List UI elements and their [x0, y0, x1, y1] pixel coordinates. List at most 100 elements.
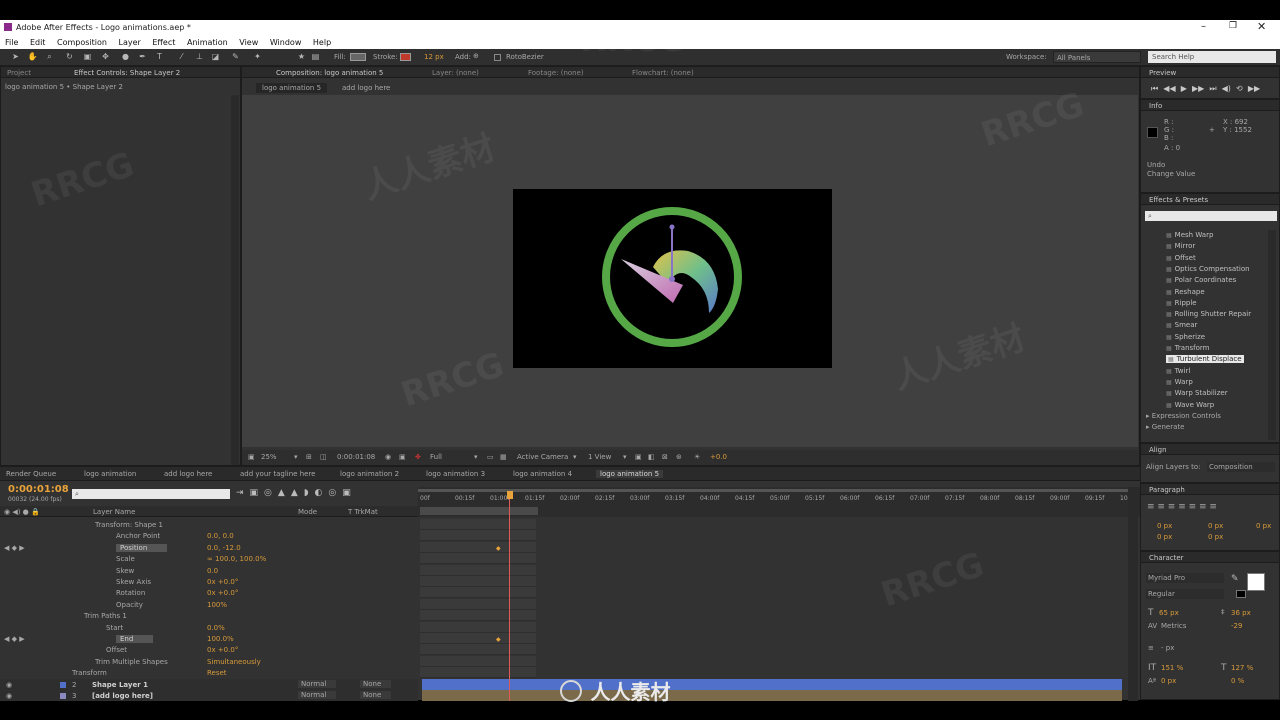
zoom-tool-icon[interactable]: ⌕ [44, 52, 55, 63]
timeline-tab[interactable]: logo animation 4 [513, 470, 572, 478]
exposure-value[interactable]: +0.0 [710, 453, 727, 461]
baseline-value[interactable]: 0 px [1161, 677, 1176, 685]
property-track[interactable] [420, 621, 536, 633]
property-track[interactable] [420, 587, 536, 599]
effect-controls-scrollbar[interactable] [231, 95, 239, 465]
col-mode[interactable]: Mode [298, 508, 317, 516]
property-track[interactable] [420, 655, 536, 667]
play-icon[interactable]: ▶ [1181, 84, 1187, 93]
vertical-scale-value[interactable]: 151 % [1161, 664, 1183, 672]
star-shape-icon[interactable]: ★ [296, 52, 307, 63]
ram-preview-icon[interactable]: ▶▶ [1248, 84, 1260, 93]
zoom-select[interactable]: 25% [261, 453, 277, 461]
playhead-line[interactable] [509, 499, 510, 701]
playhead-handle[interactable] [507, 491, 513, 499]
mask-view-icon[interactable]: ◫ [320, 453, 327, 461]
menu-composition[interactable]: Composition [57, 38, 107, 47]
keyframe-navigator[interactable]: ◀ ◆ ▶ [4, 544, 25, 552]
keyframe-navigator[interactable]: ◀ ◆ ▶ [4, 635, 25, 643]
property-value[interactable]: 0.0, 0.0 [207, 532, 234, 540]
fill-color-swatch[interactable] [1247, 573, 1265, 591]
next-frame-icon[interactable]: ▶▶ [1192, 84, 1204, 93]
property-row[interactable]: Opacity 100% [0, 599, 418, 610]
property-track[interactable] [420, 519, 536, 530]
property-value[interactable]: 100% [207, 601, 227, 609]
property-row[interactable]: Anchor Point 0.0, 0.0 [0, 530, 418, 541]
property-row[interactable]: Start 0.0% [0, 622, 418, 633]
property-value[interactable]: 100.0% [207, 635, 234, 643]
effect-item[interactable]: Reshape [1166, 288, 1205, 296]
last-frame-icon[interactable]: ⏭ [1209, 84, 1216, 93]
pan-behind-tool-icon[interactable]: ✥ [100, 52, 111, 63]
camera-tool-icon[interactable]: ▣ [82, 52, 93, 63]
visibility-icon[interactable]: ◉ [6, 681, 12, 689]
para-indent-right[interactable]: 0 px [1208, 522, 1223, 530]
effects-group-generate[interactable]: ▸ Generate [1146, 423, 1184, 431]
timeline-tab[interactable]: Render Queue [6, 470, 56, 478]
keyframe-icon[interactable]: ◆ [496, 636, 501, 643]
comp-subtab-logo-animation-5[interactable]: logo animation 5 [256, 83, 328, 93]
property-row[interactable]: Transform Reset [0, 667, 418, 678]
snapshot-icon[interactable]: ◉ [385, 453, 391, 461]
font-family-select[interactable]: Myriad Pro [1146, 573, 1224, 583]
menu-view[interactable]: View [239, 38, 258, 47]
effect-item[interactable]: Transform [1166, 344, 1210, 352]
show-channel-icon[interactable]: ▣ [399, 453, 406, 461]
effect-item[interactable]: Mesh Warp [1166, 231, 1214, 239]
comp-marker-bin-icon[interactable] [1128, 487, 1140, 517]
layer-row[interactable]: ◉ 2 Shape Layer 1 Normal None [0, 679, 418, 690]
timeline-timecode[interactable]: 0:00:01:08 [8, 484, 69, 495]
first-frame-icon[interactable]: ⏮ [1151, 84, 1158, 93]
timeline-tab[interactable]: logo animation 2 [340, 470, 399, 478]
roto-brush-tool-icon[interactable]: ✎ [230, 52, 241, 63]
align-to-select[interactable]: Composition [1207, 462, 1275, 472]
zoom-dropdown-icon[interactable]: ▾ [294, 453, 298, 461]
tracking-value[interactable]: -29 [1231, 622, 1242, 630]
timeline-tab[interactable]: logo animation 5 [596, 470, 664, 478]
tab-flowchart[interactable]: Flowchart: (none) [632, 69, 694, 77]
maximize-icon[interactable]: ❐ [1229, 21, 1237, 31]
property-row[interactable]: Offset 0x +0.0° [0, 644, 418, 655]
property-row[interactable]: Trim Paths 1 [0, 610, 418, 621]
zoom-slider-track[interactable] [418, 489, 1128, 492]
resolution-dropdown-icon[interactable]: ▾ [474, 453, 478, 461]
layer-label-color[interactable] [60, 693, 66, 699]
add-dropdown-icon[interactable]: ⊕ [473, 52, 479, 60]
paragraph-align-buttons[interactable]: ≡ ≡ ≡ ≡ ≡ ≡ ≡ [1147, 502, 1217, 512]
property-row[interactable]: Skew 0.0 [0, 565, 418, 576]
rotobezier-checkbox[interactable] [494, 54, 501, 61]
menu-effect[interactable]: Effect [152, 38, 175, 47]
layer-mode-select[interactable]: Normal [298, 691, 337, 699]
resolution-select[interactable]: Full [430, 453, 442, 461]
property-track[interactable] [420, 576, 536, 587]
property-value[interactable]: Simultaneously [207, 658, 261, 666]
property-track[interactable]: ◆ [420, 633, 536, 644]
menu-file[interactable]: File [5, 38, 18, 47]
layer-name[interactable]: [add logo here] [92, 692, 153, 700]
timeline-tab[interactable]: logo animation [84, 470, 136, 478]
region-icon[interactable]: ▭ [487, 453, 494, 461]
composition-frame[interactable] [513, 189, 832, 368]
transparency-grid-icon[interactable]: ▦ [500, 453, 507, 461]
brush-tool-icon[interactable]: ⁄ [176, 52, 187, 63]
menu-edit[interactable]: Edit [30, 38, 46, 47]
camera-dropdown-icon[interactable]: ▾ [573, 453, 577, 461]
menu-window[interactable]: Window [270, 38, 302, 47]
property-value[interactable]: ∞ 100.0, 100.0% [207, 555, 266, 563]
tab-footage[interactable]: Footage: (none) [528, 69, 584, 77]
mask-tool-icon[interactable]: ▤ [310, 52, 321, 63]
loop-icon[interactable]: ⟲ [1236, 84, 1243, 93]
layer-trkmat-select[interactable]: None [360, 691, 392, 699]
horizontal-scale-value[interactable]: 127 % [1231, 664, 1253, 672]
property-value[interactable]: Reset [207, 669, 227, 677]
font-style-select[interactable]: Regular [1146, 589, 1224, 599]
viewer-timecode[interactable]: 0:00:01:08 [337, 453, 375, 461]
property-value[interactable]: 0x +0.0° [207, 578, 238, 586]
layer-bar-shape-layer-1[interactable] [422, 679, 1122, 690]
property-value[interactable]: 0x +0.0° [207, 589, 238, 597]
channel-icon[interactable]: ✤ [415, 453, 421, 461]
property-track[interactable] [420, 644, 536, 656]
para-indent-first[interactable]: 0 px [1256, 522, 1271, 530]
effect-item[interactable]: Offset [1166, 254, 1196, 262]
property-row[interactable]: End 100.0% ◀ ◆ ▶ [0, 633, 418, 644]
